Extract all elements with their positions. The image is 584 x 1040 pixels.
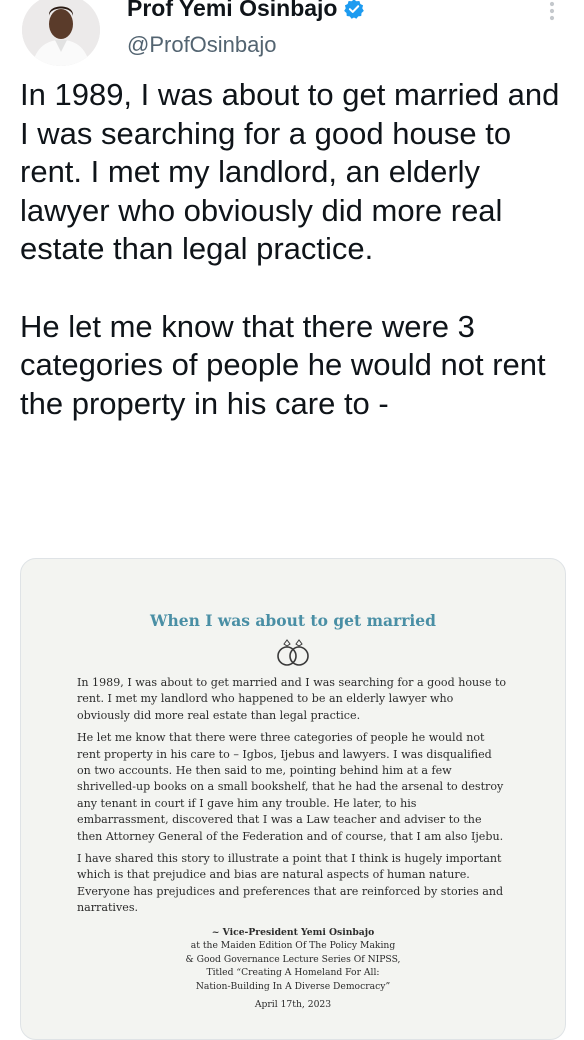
document-paragraph: He let me know that there were three cat… [77, 731, 504, 843]
attribution-date: April 17th, 2023 [254, 999, 332, 1011]
attribution-block: ~ Vice-President Yemi Osinbajo at the Ma… [21, 926, 565, 1011]
more-vertical-icon [549, 1, 555, 21]
attribution-line: & Good Governance Lecture Series Of NIPS… [185, 953, 401, 965]
tweet-paragraph-2: He let me know that there were 3 categor… [20, 308, 546, 421]
document-paragraph: In 1989, I was about to get married and … [77, 676, 507, 722]
user-handle[interactable]: @ProfOsinbajo [127, 32, 277, 58]
document-title: When I was about to get married [150, 611, 436, 630]
more-options-button[interactable] [542, 0, 562, 24]
tweet-paragraph-1: In 1989, I was about to get married and … [20, 77, 560, 267]
attribution-name: ~ Vice-President Yemi Osinbajo [211, 927, 375, 938]
avatar[interactable] [22, 0, 100, 66]
attribution-line: Nation-Building In A Diverse Democracy” [195, 980, 391, 992]
display-name[interactable]: Prof Yemi Osinbajo [127, 0, 337, 22]
name-row: Prof Yemi Osinbajo [127, 0, 365, 22]
attribution-line: Titled “Creating A Homeland For All: [206, 967, 380, 979]
wedding-rings-icon [277, 639, 309, 666]
document-paragraph: I have shared this story to illustrate a… [77, 852, 504, 915]
tweet-text: In 1989, I was about to get married and … [20, 76, 575, 423]
attribution-line: at the Maiden Edition Of The Policy Maki… [190, 940, 396, 952]
tweet-media-image[interactable]: When I was about to get married In 1989,… [20, 558, 566, 1040]
document-body: In 1989, I was about to get married and … [77, 675, 509, 923]
avatar-image [22, 0, 100, 66]
verified-badge-icon [344, 0, 365, 19]
